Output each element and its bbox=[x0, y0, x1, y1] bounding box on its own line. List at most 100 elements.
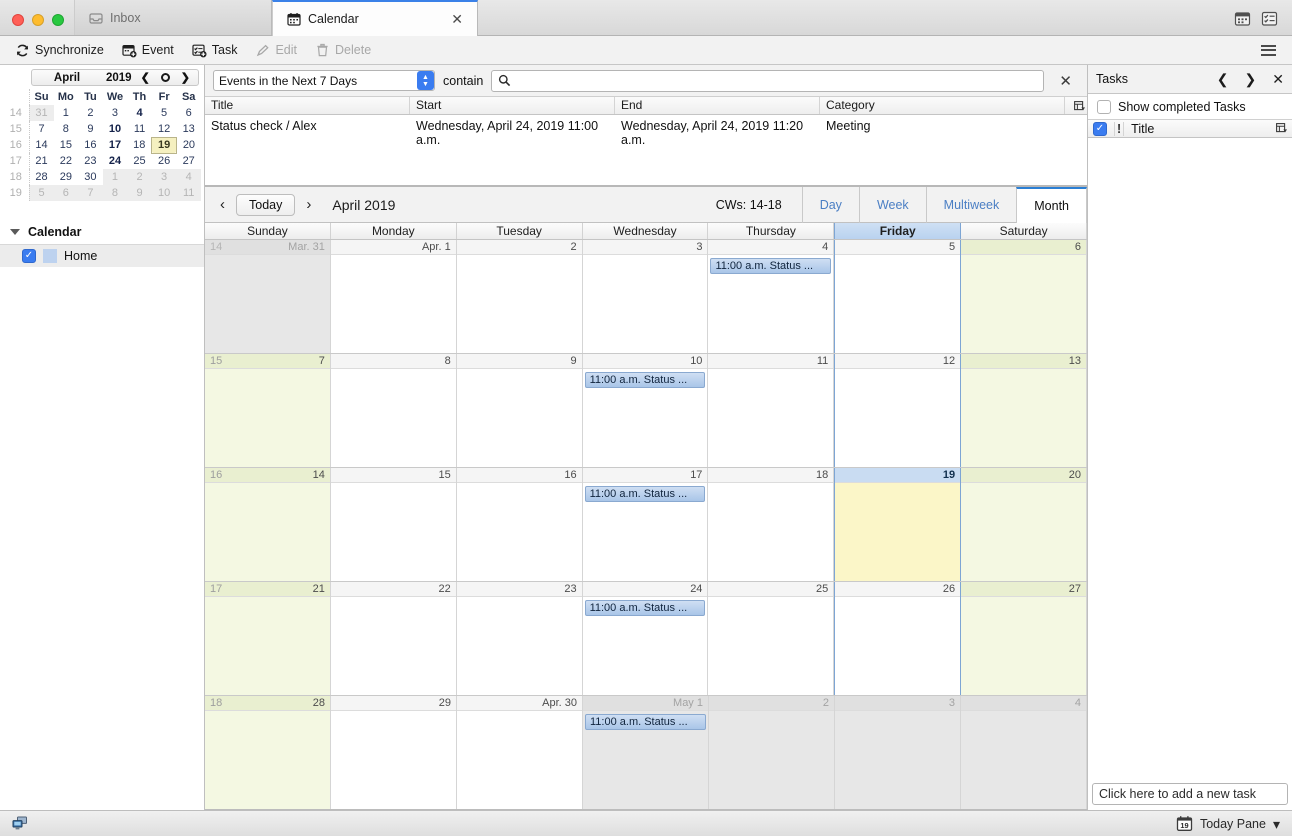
calendar-day-cell[interactable]: 1721 bbox=[205, 582, 331, 695]
calendar-day-cell[interactable]: May 111:00 a.m. Status ... bbox=[583, 696, 709, 809]
mini-calendar-day[interactable]: 5 bbox=[152, 105, 177, 121]
tab-calendar[interactable]: Calendar ✕ bbox=[272, 0, 478, 36]
calendar-event-block[interactable]: 11:00 a.m. Status ... bbox=[585, 486, 706, 502]
calendar-day-cell[interactable]: 6 bbox=[961, 240, 1087, 353]
task-title-column-header[interactable]: Title bbox=[1131, 122, 1154, 136]
mini-calendar-day[interactable]: 6 bbox=[54, 185, 79, 201]
calendar-day-cell[interactable]: 14Mar. 31 bbox=[205, 240, 331, 353]
mini-calendar-day[interactable]: 20 bbox=[176, 137, 201, 153]
maximize-window-button[interactable] bbox=[52, 14, 64, 26]
tab-view-day[interactable]: Day bbox=[802, 187, 859, 223]
mini-calendar-day[interactable]: 23 bbox=[78, 153, 103, 169]
mini-calendar-day[interactable]: 8 bbox=[54, 121, 79, 137]
calendar-day-cell[interactable]: 157 bbox=[205, 354, 331, 467]
calendar-event-block[interactable]: 11:00 a.m. Status ... bbox=[585, 714, 706, 730]
calendar-day-cell[interactable]: 8 bbox=[331, 354, 457, 467]
calendar-day-cell[interactable]: 1011:00 a.m. Status ... bbox=[583, 354, 709, 467]
mini-calendar-day[interactable]: 3 bbox=[152, 169, 177, 185]
mini-calendar-day[interactable]: 2 bbox=[127, 169, 152, 185]
mini-calendar-week-number[interactable]: 15 bbox=[3, 121, 29, 137]
calendar-day-cell[interactable]: 411:00 a.m. Status ... bbox=[708, 240, 834, 353]
calendar-day-cell[interactable]: 11 bbox=[708, 354, 834, 467]
event-filter-select[interactable]: Events in the Next 7 Days ▲▼ bbox=[213, 70, 435, 91]
weekday-header-saturday[interactable]: Saturday bbox=[961, 223, 1087, 239]
event-list-row[interactable]: Status check / Alex Wednesday, April 24,… bbox=[205, 115, 1087, 147]
calendar-day-cell[interactable]: 19 bbox=[834, 468, 961, 581]
mini-calendar-day[interactable]: 28 bbox=[29, 169, 54, 185]
close-tab-icon[interactable]: ✕ bbox=[451, 12, 463, 26]
mini-calendar-day[interactable]: 4 bbox=[176, 169, 201, 185]
mini-calendar-day[interactable]: 7 bbox=[29, 121, 54, 137]
mini-calendar-day[interactable]: 6 bbox=[176, 105, 201, 121]
today-pane-toggle[interactable]: 19 Today Pane ▾ bbox=[1176, 815, 1280, 832]
calendar-mode-icon[interactable] bbox=[1234, 10, 1251, 27]
calendar-day-cell[interactable]: 3 bbox=[835, 696, 961, 809]
calendar-day-cell[interactable]: 1614 bbox=[205, 468, 331, 581]
show-completed-tasks-row[interactable]: Show completed Tasks bbox=[1088, 94, 1292, 119]
calendar-day-cell[interactable]: Apr. 30 bbox=[457, 696, 583, 809]
calendar-day-cell[interactable]: 26 bbox=[834, 582, 961, 695]
mini-calendar-day[interactable]: 29 bbox=[54, 169, 79, 185]
column-picker-icon[interactable] bbox=[1065, 97, 1087, 114]
mini-calendar-day[interactable]: 1 bbox=[103, 169, 128, 185]
calendar-day-cell[interactable]: 1828 bbox=[205, 696, 331, 809]
mini-calendar-next-icon[interactable]: ❯ bbox=[181, 71, 190, 84]
calendar-day-cell[interactable]: 15 bbox=[331, 468, 457, 581]
weekday-header-friday[interactable]: Friday bbox=[834, 223, 961, 239]
mini-calendar-day[interactable]: 13 bbox=[176, 121, 201, 137]
calendar-home-checkbox[interactable]: ✓ bbox=[22, 249, 36, 263]
mini-calendar-day[interactable]: 31 bbox=[29, 105, 54, 121]
mini-calendar-day[interactable]: 26 bbox=[152, 153, 177, 169]
next-period-button[interactable]: › bbox=[301, 196, 316, 213]
mini-calendar-day[interactable]: 21 bbox=[29, 153, 54, 169]
search-input-wrapper[interactable] bbox=[491, 70, 1044, 92]
calendar-day-cell[interactable]: 16 bbox=[457, 468, 583, 581]
column-header-end[interactable]: End bbox=[615, 97, 820, 114]
weekday-header-monday[interactable]: Monday bbox=[331, 223, 457, 239]
calendar-day-cell[interactable]: 29 bbox=[331, 696, 457, 809]
mini-calendar-day[interactable]: 30 bbox=[78, 169, 103, 185]
calendar-day-cell[interactable]: 12 bbox=[834, 354, 961, 467]
calendar-day-cell[interactable]: 22 bbox=[331, 582, 457, 695]
network-status-icon[interactable] bbox=[12, 816, 30, 831]
tab-view-month[interactable]: Month bbox=[1016, 187, 1087, 223]
tasks-next-icon[interactable]: ❯ bbox=[1245, 71, 1257, 88]
calendar-day-cell[interactable]: Apr. 1 bbox=[331, 240, 457, 353]
column-header-title[interactable]: Title bbox=[205, 97, 410, 114]
delete-button[interactable]: Delete bbox=[308, 41, 378, 60]
calendar-day-cell[interactable]: 2 bbox=[709, 696, 835, 809]
mini-calendar-day[interactable]: 1 bbox=[54, 105, 79, 121]
previous-period-button[interactable]: ‹ bbox=[215, 196, 230, 213]
calendar-day-cell[interactable]: 20 bbox=[961, 468, 1087, 581]
weekday-header-tuesday[interactable]: Tuesday bbox=[457, 223, 583, 239]
synchronize-button[interactable]: Synchronize bbox=[8, 41, 111, 60]
task-complete-column-checkbox[interactable]: ✓ bbox=[1093, 122, 1107, 136]
calendar-day-cell[interactable]: 25 bbox=[708, 582, 834, 695]
mini-calendar-week-number[interactable]: 18 bbox=[3, 169, 29, 185]
show-completed-tasks-checkbox[interactable] bbox=[1097, 100, 1111, 114]
chevron-down-icon[interactable]: ▾ bbox=[1273, 820, 1280, 828]
clear-search-icon[interactable]: ✕ bbox=[1052, 72, 1079, 90]
mini-calendar-month[interactable]: April bbox=[37, 72, 97, 84]
calendar-list-header[interactable]: Calendar bbox=[0, 221, 204, 245]
calendar-event-block[interactable]: 11:00 a.m. Status ... bbox=[585, 600, 706, 616]
tasks-close-icon[interactable]: ✕ bbox=[1272, 71, 1284, 88]
mini-calendar-today-icon[interactable] bbox=[161, 73, 170, 82]
weekday-header-thursday[interactable]: Thursday bbox=[708, 223, 834, 239]
mini-calendar-day[interactable]: 4 bbox=[127, 105, 152, 121]
tasks-mode-icon[interactable] bbox=[1261, 10, 1278, 27]
mini-calendar-prev-icon[interactable]: ❮ bbox=[141, 71, 150, 84]
tab-view-multiweek[interactable]: Multiweek bbox=[926, 187, 1017, 223]
calendar-day-cell[interactable]: 18 bbox=[708, 468, 834, 581]
calendar-day-cell[interactable]: 9 bbox=[457, 354, 583, 467]
calendar-event-block[interactable]: 11:00 a.m. Status ... bbox=[710, 258, 831, 274]
minimize-window-button[interactable] bbox=[32, 14, 44, 26]
mini-calendar-day[interactable]: 17 bbox=[103, 137, 128, 153]
mini-calendar-year[interactable]: 2019 bbox=[97, 72, 141, 84]
mini-calendar-day[interactable]: 18 bbox=[127, 137, 152, 153]
mini-calendar-day[interactable]: 27 bbox=[176, 153, 201, 169]
weekday-header-sunday[interactable]: Sunday bbox=[205, 223, 331, 239]
calendar-day-cell[interactable]: 3 bbox=[583, 240, 709, 353]
mini-calendar-day[interactable]: 22 bbox=[54, 153, 79, 169]
calendar-day-cell[interactable]: 1711:00 a.m. Status ... bbox=[583, 468, 709, 581]
